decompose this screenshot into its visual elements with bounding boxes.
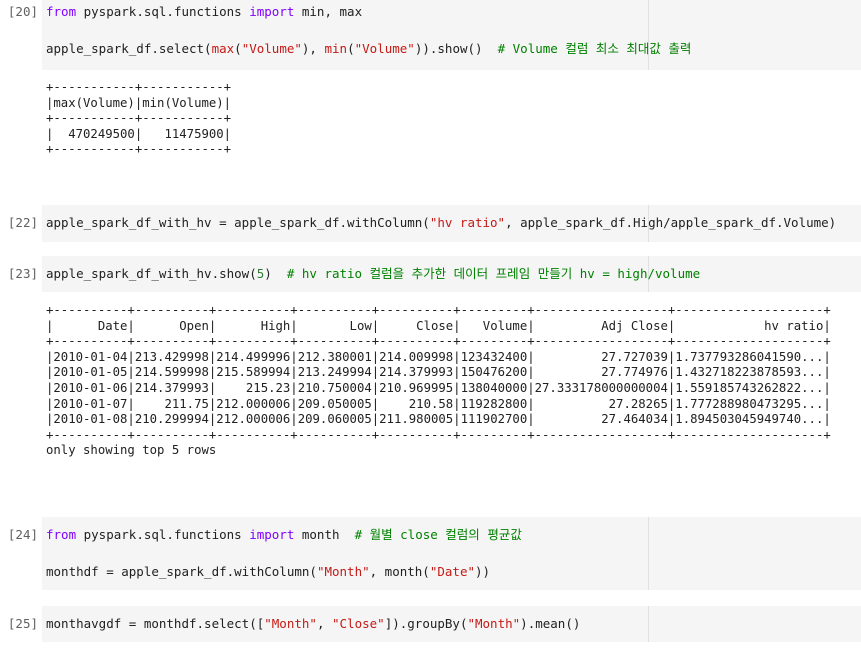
code-token: "Month"	[316, 564, 370, 579]
cell-24-input[interactable]: from pyspark.sql.functions import month …	[42, 517, 861, 590]
code-token: # Volume 컬럼 최소 최대값 출력	[497, 41, 692, 56]
code-line: apple_spark_df_with_hv = apple_spark_df.…	[46, 215, 836, 231]
code-token: min	[324, 41, 348, 56]
code-token: pyspark.sql.functions	[76, 527, 250, 542]
code-token: ]).groupBy(	[384, 616, 468, 631]
cell-20-output: +-----------+-----------+ |max(Volume)|m…	[46, 80, 232, 157]
code-token: ).mean()	[520, 616, 581, 631]
code-token: "Month"	[467, 616, 521, 631]
cell-22-input[interactable]: apple_spark_df_with_hv = apple_spark_df.…	[42, 205, 861, 242]
editor-ruler	[648, 0, 649, 70]
code-token: # hv ratio 컬럼을 추가한 데이터 프레임 만들기 hv = high…	[286, 266, 701, 281]
cell-25-input[interactable]: monthavgdf = monthdf.select(["Month", "C…	[42, 606, 861, 642]
code-token: )	[264, 266, 287, 281]
code-token: ))	[475, 564, 491, 579]
code-line: apple_spark_df.select(max("Volume"), min…	[46, 41, 691, 57]
code-token: pyspark.sql.functions	[76, 4, 250, 19]
code-token: from	[46, 4, 77, 19]
code-token: "Month"	[264, 616, 317, 631]
code-token: import	[249, 527, 295, 542]
code-token: apple_spark_df_with_hv.show(	[46, 266, 257, 281]
code-token: (	[347, 41, 355, 56]
code-token: , apple_spark_df.High/apple_spark_df.Vol…	[505, 215, 837, 230]
code-line: monthavgdf = monthdf.select(["Month", "C…	[46, 616, 580, 632]
cell-23-input[interactable]: apple_spark_df_with_hv.show(5) # hv rati…	[42, 256, 861, 292]
code-token: )).show()	[414, 41, 498, 56]
code-token: max	[211, 41, 235, 56]
cell-25-prompt: [25]	[7, 616, 38, 631]
code-token: "Close"	[332, 616, 385, 631]
cell-22-prompt: [22]	[7, 215, 38, 230]
code-line: monthdf = apple_spark_df.withColumn("Mon…	[46, 564, 490, 580]
code-token: apple_spark_df.select(	[46, 41, 212, 56]
editor-ruler	[648, 517, 649, 590]
code-token: "Volume"	[241, 41, 302, 56]
cell-23-prompt: [23]	[7, 266, 38, 281]
code-token: import	[249, 4, 295, 19]
code-token: "Date"	[429, 564, 475, 579]
code-token: "hv ratio"	[429, 215, 506, 230]
code-token: , month(	[369, 564, 430, 579]
cell-23-output: +----------+----------+----------+------…	[46, 303, 831, 458]
code-token: # 월별 close 컬럼의 평균값	[354, 527, 522, 542]
code-line: apple_spark_df_with_hv.show(5) # hv rati…	[46, 266, 700, 282]
editor-ruler	[648, 606, 649, 642]
code-token: min, max	[294, 4, 363, 19]
code-token: apple_spark_df_with_hv = apple_spark_df.…	[46, 215, 430, 230]
code-token: ),	[301, 41, 325, 56]
cell-24-prompt: [24]	[7, 527, 38, 542]
cell-20-prompt: [20]	[7, 4, 38, 19]
cell-20-input[interactable]: from pyspark.sql.functions import min, m…	[42, 0, 861, 70]
code-token: monthdf = apple_spark_df.withColumn(	[46, 564, 317, 579]
code-token: month	[294, 527, 355, 542]
code-line: from pyspark.sql.functions import month …	[46, 527, 522, 543]
code-token: "Volume"	[354, 41, 415, 56]
code-token: (	[234, 41, 242, 56]
code-token: from	[46, 527, 77, 542]
code-line: from pyspark.sql.functions import min, m…	[46, 4, 362, 20]
code-token: ,	[316, 616, 332, 631]
code-token: monthavgdf = monthdf.select([	[46, 616, 265, 631]
